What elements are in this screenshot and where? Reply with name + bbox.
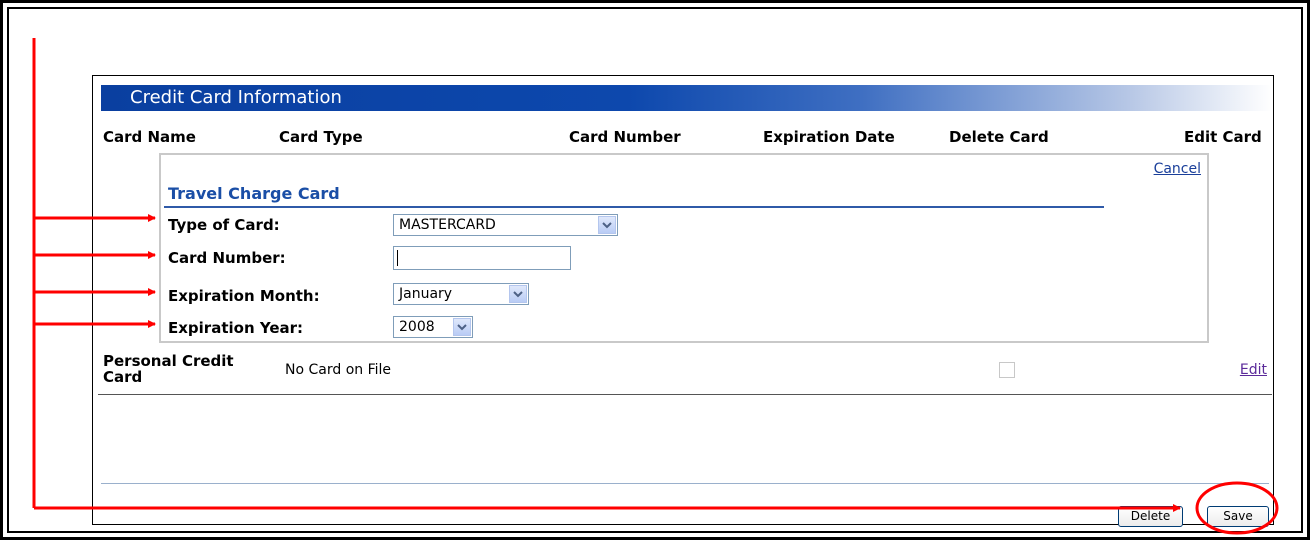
personal-card-label-line1: Personal Credit [103,352,234,370]
section-title: Travel Charge Card [168,184,340,203]
edit-personal-card-link[interactable]: Edit [1240,362,1267,378]
expiration-month-label: Expiration Month: [168,287,320,305]
column-header-expiration-date: Expiration Date [763,128,895,146]
column-header-edit-card: Edit Card [1184,128,1262,146]
type-of-card-value: MASTERCARD [399,217,496,233]
footer-divider [101,483,1269,484]
row-divider [98,394,1272,395]
panel-title: Credit Card Information [130,87,342,108]
expiration-year-select[interactable]: 2008 [393,316,473,338]
section-divider [164,206,1104,208]
column-header-card-number: Card Number [569,128,681,146]
chevron-down-icon[interactable] [598,216,616,234]
credit-card-panel: Credit Card Information Card Name Card T… [92,75,1274,527]
expiration-year-value: 2008 [399,319,435,335]
column-header-delete-card: Delete Card [949,128,1049,146]
panel-title-bar: Credit Card Information [101,85,1272,111]
expiration-month-value: January [399,286,453,302]
chevron-down-icon[interactable] [509,285,527,303]
chevron-down-icon[interactable] [453,318,471,336]
delete-card-checkbox[interactable] [999,362,1015,378]
card-number-label: Card Number: [168,249,286,267]
expiration-month-select[interactable]: January [393,283,529,305]
type-of-card-select[interactable]: MASTERCARD [393,214,618,236]
text-caret [397,250,398,266]
type-of-card-label: Type of Card: [168,216,280,234]
travel-card-edit-form: Cancel Travel Charge Card Type of Card: … [159,153,1209,343]
card-number-input[interactable] [393,246,571,270]
column-header-card-type: Card Type [279,128,363,146]
column-header-card-name: Card Name [103,128,196,146]
save-button[interactable]: Save [1207,506,1269,527]
personal-card-status: No Card on File [285,362,392,378]
delete-button[interactable]: Delete [1118,506,1183,527]
personal-card-label-line2: Card [103,368,143,386]
cancel-link[interactable]: Cancel [1154,161,1201,177]
personal-credit-card-label: Personal Credit Card [103,353,234,385]
expiration-year-label: Expiration Year: [168,319,304,337]
